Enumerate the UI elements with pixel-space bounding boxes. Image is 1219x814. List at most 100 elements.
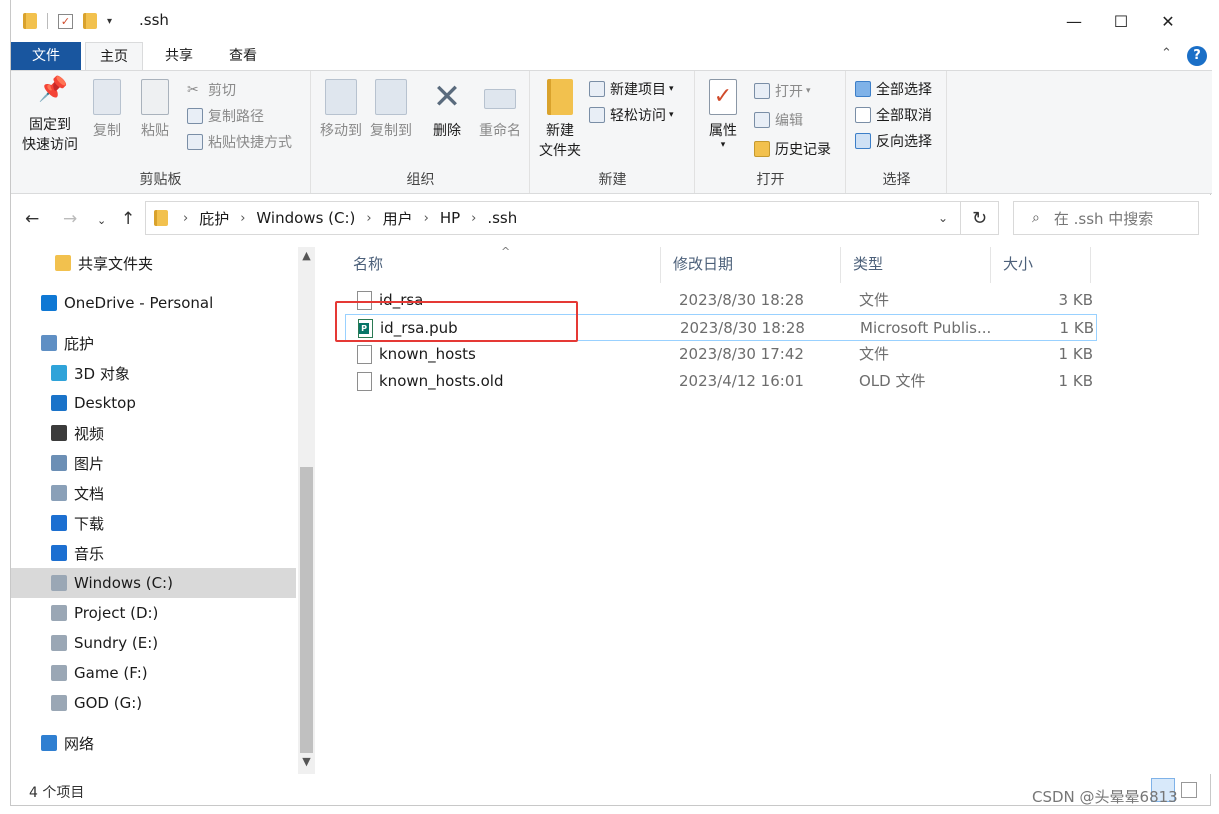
highlight-annotation (335, 301, 578, 342)
breadcrumb-separator-icon[interactable]: › (183, 211, 188, 226)
minimize-button[interactable]: — (1051, 0, 1097, 42)
customize-toolbar-icon[interactable]: ▾ (107, 16, 112, 27)
nav-item[interactable]: Sundry (E:) (11, 628, 296, 658)
nav-item[interactable]: 文档 (11, 478, 296, 508)
tab-view[interactable]: 查看 (215, 42, 271, 70)
copy-path-button[interactable]: 复制路径 (187, 104, 264, 128)
nav-item[interactable]: 音乐 (11, 538, 296, 568)
ribbon-tabs: 文件 主页 共享 查看 ⌃ ? (11, 42, 1212, 70)
select-all-button[interactable]: 全部选择 (855, 77, 932, 101)
breadcrumb-separator-icon[interactable]: › (471, 211, 476, 226)
search-box[interactable]: ⌕ 在 .ssh 中搜索 (1013, 201, 1199, 235)
open-icon (754, 83, 770, 99)
collapse-ribbon-icon[interactable]: ⌃ (1161, 46, 1172, 61)
move-to-button[interactable]: 移动到 (316, 79, 366, 141)
properties-check-icon[interactable]: ✓ (58, 13, 73, 29)
nav-item[interactable]: 图片 (11, 448, 296, 478)
organize-group: 移动到 复制到 ✕ 删除 重命名 组织 (312, 71, 530, 193)
column-header-date[interactable]: 修改日期 (661, 247, 841, 283)
close-button[interactable]: ✕ (1145, 0, 1191, 42)
copy-to-icon (375, 79, 407, 115)
open-button[interactable]: 打开 ▾ (754, 79, 811, 103)
address-bar[interactable]: › 庇护 › Windows (C:) › 用户 › HP › .ssh ⌄ (145, 201, 961, 235)
nav-item[interactable]: Game (F:) (11, 658, 296, 688)
breadcrumb-separator-icon[interactable]: › (240, 211, 245, 226)
rename-label: 重命名 (479, 123, 521, 139)
paste-button[interactable]: 粘贴 (135, 79, 175, 141)
tab-file[interactable]: 文件 (11, 42, 81, 70)
search-icon: ⌕ (1032, 210, 1040, 226)
paste-label: 粘贴 (141, 123, 169, 139)
copy-button[interactable]: 复制 (87, 79, 127, 141)
column-header-name[interactable]: 名称 (341, 247, 661, 283)
tab-share[interactable]: 共享 (151, 42, 207, 70)
new-item-button[interactable]: 新建项目 ▾ (589, 77, 674, 101)
toolbar-divider (47, 13, 48, 29)
refresh-icon[interactable]: ↻ (961, 201, 999, 235)
nav-item[interactable]: Windows (C:) (11, 568, 296, 598)
column-header-size[interactable]: 大小 (991, 247, 1091, 283)
delete-button[interactable]: ✕ 删除 (422, 79, 472, 141)
easy-access-button[interactable]: 轻松访问 ▾ (589, 103, 674, 127)
breadcrumb-separator-icon[interactable]: › (424, 211, 429, 226)
file-row[interactable]: known_hosts.old 2023/4/12 16:01 OLD 文件 1 KB (345, 368, 1097, 395)
nav-item[interactable]: 庇护 (11, 328, 296, 358)
nav-item[interactable]: 下载 (11, 508, 296, 538)
scissors-icon: ✂ (187, 82, 199, 98)
up-arrow-icon[interactable]: ↑ (121, 209, 135, 229)
address-dropdown-chevron-icon[interactable]: ⌄ (938, 211, 948, 225)
nav-item[interactable]: 视频 (11, 418, 296, 448)
forward-arrow-icon[interactable]: → (63, 209, 77, 229)
maximize-button[interactable]: ☐ (1098, 0, 1144, 42)
copy-path-label: 复制路径 (208, 109, 264, 125)
scroll-up-icon[interactable]: ▲ (298, 249, 315, 266)
nav-item-label: 图片 (74, 454, 105, 473)
nav-item[interactable]: OneDrive - Personal (11, 288, 296, 318)
breadcrumb-item[interactable]: HP (440, 209, 460, 227)
file-row[interactable]: known_hosts 2023/8/30 17:42 文件 1 KB (345, 341, 1097, 368)
open-group-label: 打开 (756, 172, 785, 188)
breadcrumb-separator-icon[interactable]: › (366, 211, 371, 226)
tab-home[interactable]: 主页 (85, 42, 143, 70)
pictures-icon (51, 455, 67, 471)
help-button[interactable]: ? (1187, 46, 1207, 66)
new-folder-icon[interactable] (83, 13, 97, 29)
history-button[interactable]: 历史记录 (754, 137, 831, 161)
large-icons-view-icon[interactable] (1181, 782, 1197, 798)
nav-item[interactable]: GOD (G:) (11, 688, 296, 718)
breadcrumb-item[interactable]: .ssh (487, 209, 517, 227)
copy-path-icon (187, 108, 203, 124)
rename-button[interactable]: 重命名 (472, 79, 528, 141)
pin-quick-access-button[interactable]: 📌 固定到 快速访问 (17, 77, 83, 155)
paste-shortcut-button[interactable]: 粘贴快捷方式 (187, 130, 292, 154)
recent-locations-chevron-icon[interactable]: ⌄ (97, 214, 106, 227)
breadcrumb-item[interactable]: Windows (C:) (256, 209, 355, 227)
new-folder-label-2: 文件夹 (539, 143, 581, 159)
nav-scrollbar[interactable]: ▲ ▼ (298, 247, 315, 774)
scroll-down-icon[interactable]: ▼ (298, 755, 315, 772)
cut-button[interactable]: ✂ 剪切 (187, 78, 236, 102)
breadcrumb-item[interactable]: 庇护 (199, 208, 229, 229)
nav-item[interactable]: Desktop (11, 388, 296, 418)
properties-button[interactable]: ✓ 属性 ▾ (702, 79, 744, 150)
edit-button[interactable]: 编辑 (754, 108, 803, 132)
copy-to-button[interactable]: 复制到 (366, 79, 416, 141)
nav-item[interactable]: 网络 (11, 728, 296, 758)
column-header-type[interactable]: 类型 (841, 247, 991, 283)
nav-item[interactable]: 3D 对象 (11, 358, 296, 388)
invert-selection-button[interactable]: 反向选择 (855, 129, 932, 153)
breadcrumb-item[interactable]: 用户 (383, 208, 413, 229)
nav-item[interactable]: Project (D:) (11, 598, 296, 628)
select-none-button[interactable]: 全部取消 (855, 103, 932, 127)
search-placeholder: 在 .ssh 中搜索 (1053, 209, 1154, 228)
back-arrow-icon[interactable]: ← (25, 209, 39, 229)
drive-icon (51, 635, 67, 651)
scrollbar-thumb[interactable] (300, 467, 313, 753)
new-folder-button[interactable]: 新建 文件夹 (535, 79, 585, 161)
drive-icon (51, 695, 67, 711)
window-title: .ssh (139, 11, 169, 29)
nav-item-label: 庇护 (64, 334, 95, 353)
nav-item[interactable]: 共享文件夹 (11, 248, 296, 278)
file-type: Microsoft Publis... (860, 319, 992, 337)
properties-label: 属性 (709, 123, 737, 139)
